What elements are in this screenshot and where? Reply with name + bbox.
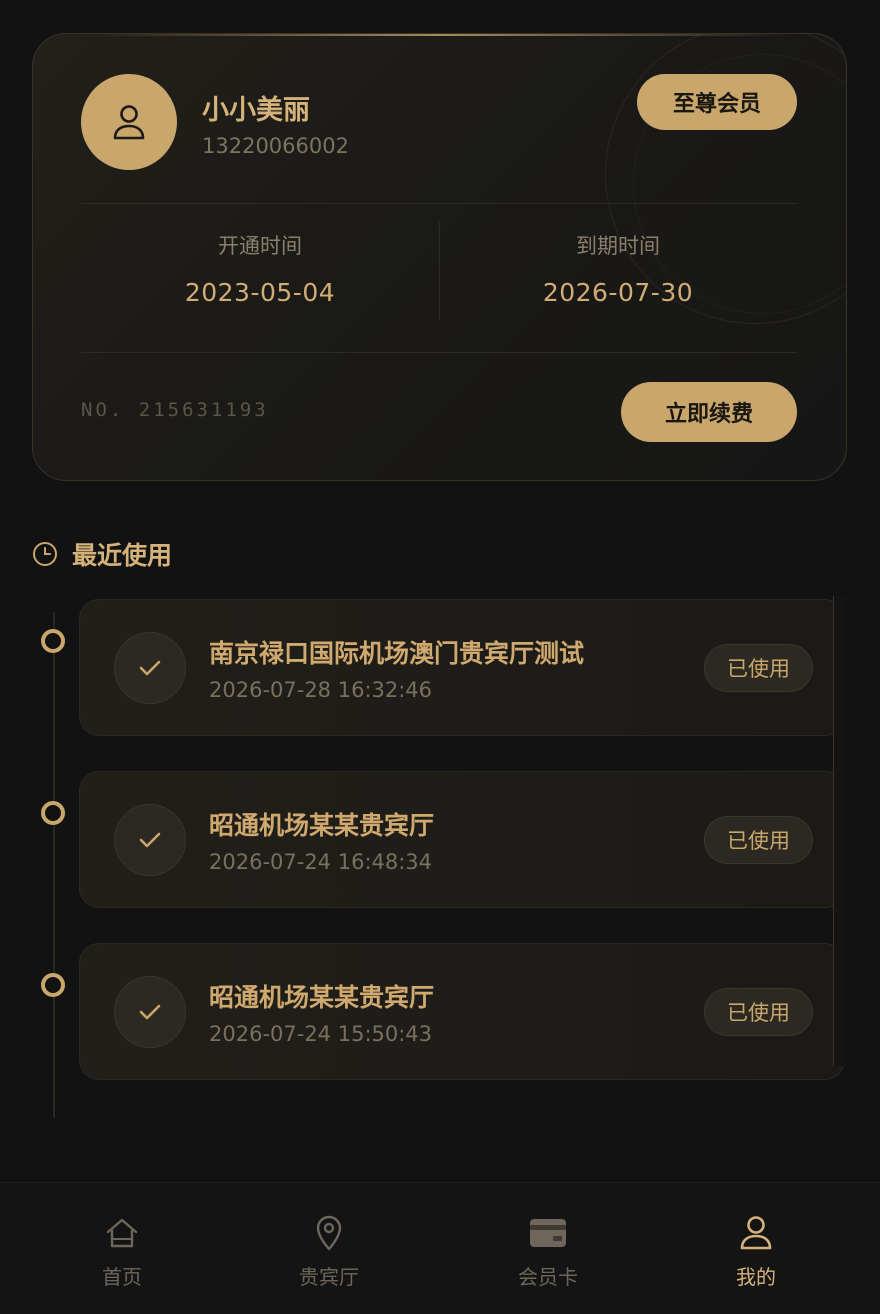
nav-label: 首页 [102, 1265, 142, 1289]
usage-time: 2026-07-24 16:48:34 [209, 850, 433, 874]
timeline-line [53, 612, 55, 1118]
home-icon [106, 1218, 138, 1248]
check-circle [114, 804, 186, 876]
nav-item-home[interactable]: 首页 [62, 1213, 182, 1290]
scrollbar[interactable] [833, 596, 846, 1066]
profile-page: 小小美丽 13220066002 至尊会员 开通时间 2023-05-04 到期… [0, 0, 880, 1314]
usage-lounge-name: 昭通机场某某贵宾厅 [209, 983, 435, 1012]
usage-record[interactable]: 昭通机场某某贵宾厅 2026-07-24 16:48:34 已使用 [79, 771, 845, 908]
nav-label: 我的 [736, 1265, 776, 1289]
status-badge: 已使用 [704, 988, 813, 1036]
nav-label: 贵宾厅 [299, 1265, 359, 1289]
usage-lounge-name: 昭通机场某某贵宾厅 [209, 811, 435, 840]
card-number: NO. 215631193 [81, 399, 269, 421]
nav-item-member-card[interactable]: 会员卡 [488, 1213, 608, 1290]
user-icon [113, 105, 145, 140]
recent-section-title: 最近使用 [72, 541, 173, 570]
recent-section-header: 最近使用 [32, 536, 172, 572]
usage-record[interactable]: 昭通机场某某贵宾厅 2026-07-24 15:50:43 已使用 [79, 943, 845, 1080]
bottom-nav: 首页 贵宾厅 会员卡 我的 [0, 1182, 880, 1314]
timeline-dot [41, 973, 65, 997]
nav-item-lounge[interactable]: 贵宾厅 [269, 1213, 389, 1290]
usage-record[interactable]: 南京禄口国际机场澳门贵宾厅测试 2026-07-28 16:32:46 已使用 [79, 599, 845, 736]
card-divider [81, 203, 797, 204]
status-badge: 已使用 [704, 816, 813, 864]
open-date-label: 开通时间 [218, 234, 302, 258]
user-name: 小小美丽 [202, 95, 310, 126]
member-card: 小小美丽 13220066002 至尊会员 开通时间 2023-05-04 到期… [32, 33, 847, 481]
check-circle [114, 632, 186, 704]
card-divider [81, 352, 797, 353]
location-pin-icon [316, 1215, 342, 1251]
nav-label: 会员卡 [518, 1265, 578, 1289]
open-date-value: 2023-05-04 [184, 278, 336, 307]
clock-icon [33, 542, 57, 566]
usage-time: 2026-07-28 16:32:46 [209, 678, 433, 702]
card-top-glow [93, 34, 786, 36]
user-icon [740, 1216, 772, 1250]
check-icon [139, 832, 161, 848]
usage-time: 2026-07-24 15:50:43 [209, 1022, 433, 1046]
timeline-dot [41, 629, 65, 653]
open-date-block: 开通时间 2023-05-04 [81, 230, 439, 307]
expire-date-value: 2026-07-30 [542, 278, 694, 307]
timeline-dot [41, 801, 65, 825]
renew-button[interactable]: 立即续费 [621, 382, 797, 442]
check-circle [114, 976, 186, 1048]
usage-lounge-name: 南京禄口国际机场澳门贵宾厅测试 [209, 639, 585, 668]
tier-badge-button[interactable]: 至尊会员 [637, 74, 797, 130]
avatar[interactable] [81, 74, 177, 170]
nav-item-mine[interactable]: 我的 [696, 1213, 816, 1290]
user-phone: 13220066002 [202, 134, 349, 158]
card-icon [530, 1219, 566, 1247]
status-badge: 已使用 [704, 644, 813, 692]
check-icon [139, 660, 161, 676]
expire-date-label: 到期时间 [576, 234, 660, 258]
expire-date-block: 到期时间 2026-07-30 [439, 230, 797, 307]
check-icon [139, 1004, 161, 1020]
